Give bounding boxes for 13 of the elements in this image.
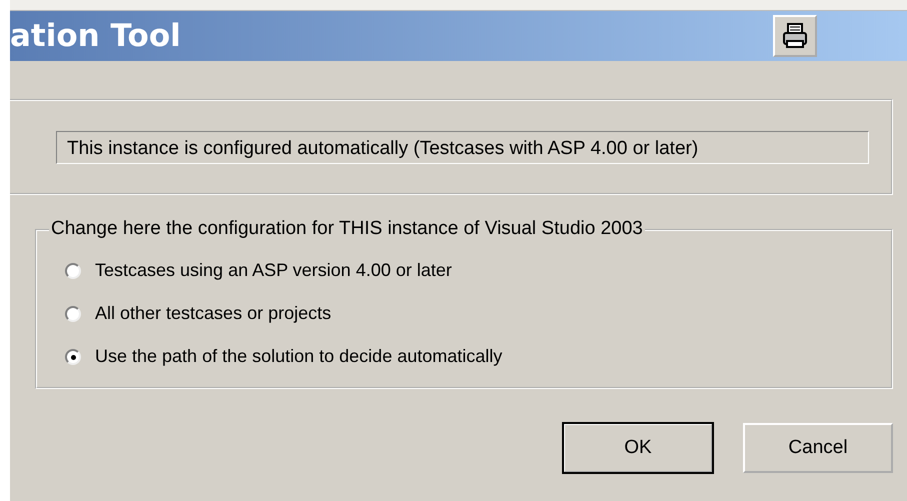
printer-icon: [780, 21, 810, 51]
option-label[interactable]: Testcases using an ASP version 4.00 or later: [95, 260, 452, 281]
radio-button[interactable]: [65, 262, 81, 278]
print-button[interactable]: [773, 15, 817, 57]
ok-button[interactable]: OK: [563, 423, 713, 473]
status-field: This instance is configured automatically (Testcases with ASP 4.00 or later): [56, 130, 869, 164]
radio-button[interactable]: [65, 306, 81, 322]
window-title: ation Tool: [10, 18, 181, 54]
radio-button[interactable]: [65, 348, 81, 364]
cancel-button[interactable]: Cancel: [743, 423, 893, 473]
option-label[interactable]: All other testcases or projects: [95, 303, 332, 324]
option-label[interactable]: Use the path of the solution to decide automatically: [95, 346, 502, 367]
group-legend: Change here the configuration for THIS instance of Visual Studio 2003: [49, 218, 645, 240]
